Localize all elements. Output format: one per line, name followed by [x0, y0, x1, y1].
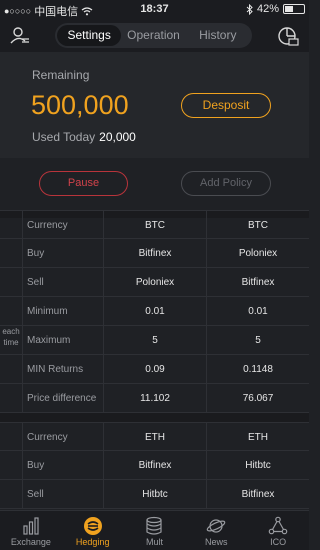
remaining-label: Remaining: [32, 68, 90, 82]
deposit-button[interactable]: Desposit: [181, 93, 271, 118]
cell-value: Poloniex: [206, 239, 309, 268]
table-row[interactable]: Maximum 5 5: [0, 326, 309, 355]
tab-news[interactable]: News: [185, 511, 247, 550]
tab-history[interactable]: History: [186, 25, 250, 46]
tab-ico[interactable]: ICO: [247, 511, 309, 550]
database-icon: [146, 516, 163, 535]
table-row[interactable]: Currency ETH ETH: [0, 422, 309, 452]
table-row[interactable]: Sell Hitbtc Bitfinex: [0, 480, 309, 509]
row-label: Buy: [27, 460, 45, 471]
table-row[interactable]: Sell Poloniex Bitfinex: [0, 268, 309, 297]
user-menu-icon[interactable]: [10, 26, 30, 46]
tab-hedging[interactable]: Hedging: [62, 511, 124, 550]
policy-actions: Pause Add Policy: [0, 158, 309, 210]
cell-value: Bitfinex: [103, 239, 206, 268]
table-row[interactable]: Minimum 0.01 0.01: [0, 297, 309, 326]
bar-chart-icon: [23, 517, 39, 535]
bottom-tab-bar: Exchange Hedging Mult News ICO: [0, 510, 309, 550]
cell-value: 0.01: [206, 297, 309, 326]
tab-mult[interactable]: Mult: [124, 511, 186, 550]
cell-value: 5: [206, 326, 309, 355]
cell-value: Poloniex: [103, 268, 206, 297]
status-bar: ●○○○○ 中国电信 18:37 42%: [0, 0, 309, 20]
tab-label: ICO: [270, 537, 287, 547]
cell-value: Hitbtc: [206, 451, 309, 480]
table-row[interactable]: Buy Bitfinex Hitbtc: [0, 451, 309, 480]
cell-value: ETH: [103, 423, 206, 452]
tab-label: Hedging: [75, 537, 110, 547]
hedging-icon: [83, 517, 102, 535]
cell-value: BTC: [103, 211, 206, 240]
cell-value: 0.09: [103, 355, 206, 384]
row-label: Maximum: [27, 335, 71, 346]
table-row[interactable]: Buy Bitfinex Poloniex: [0, 239, 309, 268]
cell-value: 5: [103, 326, 206, 355]
used-today-label: Used Today: [32, 130, 96, 144]
add-policy-button[interactable]: Add Policy: [181, 171, 271, 196]
cell-value: ETH: [206, 423, 309, 452]
pie-chart-icon[interactable]: [277, 25, 299, 47]
row-label: Currency: [27, 220, 68, 231]
battery-percent: 42%: [256, 3, 279, 15]
row-label: MIN Returns: [27, 364, 84, 375]
cell-value: 0.01: [103, 297, 206, 326]
cell-value: Bitfinex: [103, 451, 206, 480]
table-row[interactable]: MIN Returns 0.09 0.1148: [0, 355, 309, 384]
each-time-label: each time: [2, 327, 20, 347]
tab-settings[interactable]: Settings: [57, 25, 122, 46]
table-row[interactable]: Currency BTC BTC: [0, 210, 309, 240]
cell-value: 0.1148: [206, 355, 309, 384]
used-today: Used Today 20,000: [32, 130, 136, 144]
row-label: Buy: [27, 248, 45, 259]
pause-button[interactable]: Pause: [39, 171, 128, 196]
tab-label: Exchange: [10, 537, 51, 547]
cell-value: 11.102: [103, 384, 206, 413]
cell-value: Hitbtc: [103, 480, 206, 509]
tab-operation[interactable]: Operation: [121, 25, 185, 46]
cell-value: Bitfinex: [206, 268, 309, 297]
planet-icon: [206, 519, 226, 533]
cell-value: Bitfinex: [206, 480, 309, 509]
tab-label: Mult: [145, 537, 163, 547]
segment-control: Settings Operation History: [55, 23, 252, 48]
balance-summary: Remaining 500,000 Desposit Used Today 20,…: [0, 52, 309, 158]
table-row[interactable]: Price difference 11.102 76.067: [0, 384, 309, 413]
row-label: Minimum: [27, 306, 68, 317]
row-label: Price difference: [27, 393, 97, 404]
row-label: Sell: [27, 277, 44, 288]
cell-value: 76.067: [206, 384, 309, 413]
battery-icon: [283, 4, 305, 14]
tab-label: News: [205, 537, 228, 547]
tab-exchange[interactable]: Exchange: [0, 511, 62, 550]
policy-separator: [0, 413, 309, 422]
remaining-value: 500,000: [31, 90, 129, 120]
nodes-icon: [268, 516, 288, 535]
cell-value: BTC: [206, 211, 309, 240]
row-label: Currency: [27, 432, 68, 443]
row-label: Sell: [27, 489, 44, 500]
bluetooth-icon: [246, 3, 253, 15]
used-today-value: 20,000: [99, 130, 136, 144]
top-nav: Settings Operation History: [0, 20, 309, 52]
